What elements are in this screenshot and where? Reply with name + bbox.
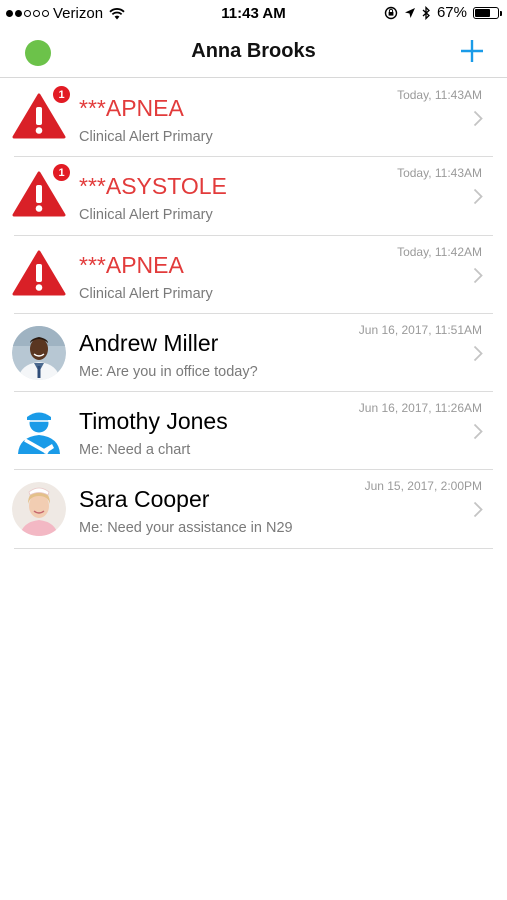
conversation-timestamp: Today, 11:43AM	[397, 166, 482, 181]
conversation-title: ***APNEA	[79, 251, 184, 278]
conversation-title: ***APNEA	[79, 95, 184, 121]
conversation-timestamp: Jun 16, 2017, 11:26AM	[358, 401, 482, 416]
chevron-right-icon	[473, 189, 483, 205]
conversation-title: Andrew Miller	[79, 329, 219, 356]
chevron-right-icon	[473, 424, 483, 440]
battery-percent: 67%	[436, 4, 467, 21]
status-bar: Verizon 11:43 AM 67%	[0, 0, 507, 28]
battery-fill	[475, 8, 490, 17]
conversation-row-contact[interactable]: Timothy Jones Me: Need a chart Jun 16, 2…	[0, 392, 507, 471]
conversation-row-alert[interactable]: 1 ***ASYSTOLE Clinical Alert Primary Tod…	[0, 157, 507, 236]
conversation-list: 1 ***APNEA Clinical Alert Primary Today,…	[0, 79, 507, 550]
conversation-row-contact[interactable]: Sara Cooper Me: Need your assistance in …	[0, 470, 507, 550]
conversation-subtitle: Me: Need a chart	[79, 442, 191, 459]
patient-icon	[18, 412, 60, 455]
conversation-row-contact[interactable]: Andrew Miller Me: Are you in office toda…	[0, 314, 507, 393]
conversation-title: Sara Cooper	[79, 486, 210, 513]
rotation-lock-icon	[384, 6, 398, 19]
bluetooth-icon	[422, 5, 430, 20]
navigation-bar: Anna Brooks	[0, 28, 507, 78]
doctor-avatar	[12, 325, 66, 380]
warning-triangle-icon	[12, 250, 66, 296]
conversation-timestamp: Jun 16, 2017, 11:51AM	[358, 322, 482, 337]
unread-badge: 1	[52, 85, 71, 104]
location-icon	[404, 7, 415, 18]
conversation-row-alert[interactable]: ***APNEA Clinical Alert Primary Today, 1…	[0, 236, 507, 315]
chevron-right-icon	[473, 502, 483, 518]
conversation-title: ***ASYSTOLE	[79, 173, 227, 200]
chevron-right-icon	[473, 345, 483, 362]
plus-icon	[461, 40, 483, 62]
chevron-right-icon	[473, 110, 483, 127]
conversation-timestamp: Jun 15, 2017, 2:00PM	[364, 479, 482, 494]
add-conversation-button[interactable]	[459, 38, 485, 64]
conversation-timestamp: Today, 11:43AM	[397, 88, 482, 102]
unread-badge: 1	[52, 163, 71, 183]
conversation-timestamp: Today, 11:42AM	[397, 244, 482, 259]
battery-icon	[473, 6, 502, 19]
conversation-subtitle: Me: Need your assistance in N29	[79, 520, 293, 537]
page-title: Anna Brooks	[191, 40, 316, 62]
conversation-subtitle: Clinical Alert Primary	[79, 207, 213, 224]
conversation-subtitle: Clinical Alert Primary	[79, 285, 213, 302]
status-right: 67%	[384, 4, 502, 21]
conversation-title: Timothy Jones	[79, 408, 228, 435]
chevron-right-icon	[473, 267, 483, 283]
nurse-avatar	[12, 482, 66, 537]
conversation-row-alert[interactable]: 1 ***APNEA Clinical Alert Primary Today,…	[0, 79, 507, 158]
conversation-subtitle: Me: Are you in office today?	[79, 363, 258, 380]
conversation-subtitle: Clinical Alert Primary	[79, 129, 213, 145]
